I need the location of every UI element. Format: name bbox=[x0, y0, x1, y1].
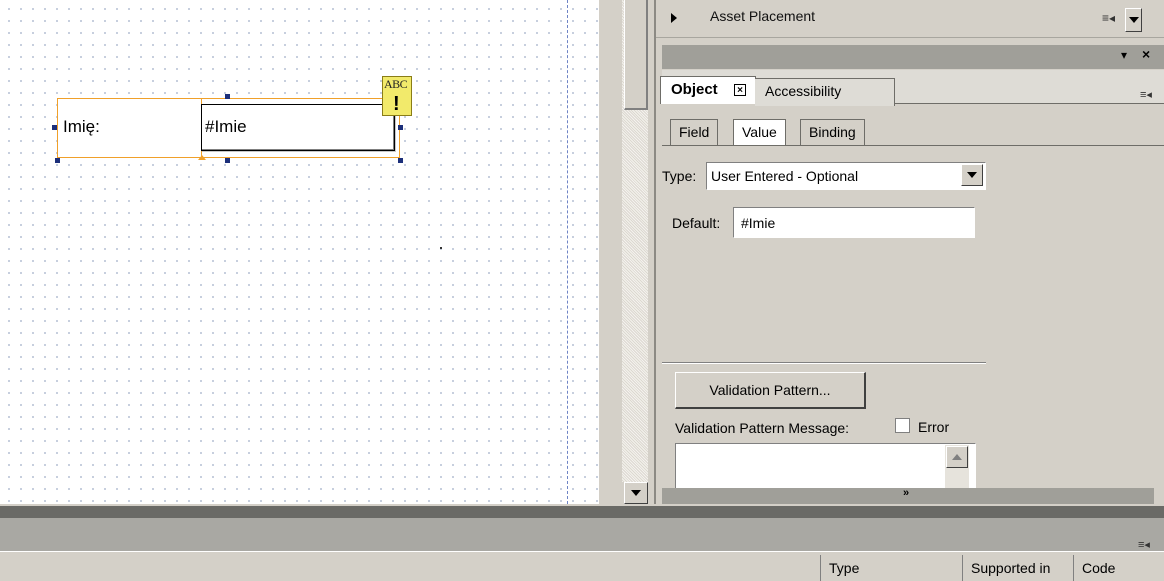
resize-handle[interactable] bbox=[55, 158, 60, 163]
type-dropdown-button[interactable] bbox=[961, 164, 983, 186]
guide-line bbox=[567, 0, 568, 504]
column-header-type[interactable]: Type bbox=[820, 555, 962, 581]
close-icon[interactable]: × bbox=[1142, 46, 1150, 62]
tab-menu-icon[interactable]: ≡◂ bbox=[1140, 88, 1152, 101]
validation-message-label: Validation Pattern Message: bbox=[675, 420, 850, 436]
type-select-value: User Entered - Optional bbox=[711, 168, 859, 184]
spellcheck-abc-glyph: ABC bbox=[384, 77, 408, 91]
tab-accessibility[interactable]: Accessibility bbox=[755, 78, 895, 106]
scroll-up-button[interactable] bbox=[946, 446, 968, 468]
type-label: Type: bbox=[662, 168, 697, 184]
anchor-marker bbox=[198, 155, 206, 160]
validation-pattern-button[interactable]: Validation Pattern... bbox=[675, 372, 866, 409]
bottom-panel-menu-icon[interactable]: ≡◂ bbox=[1138, 538, 1150, 551]
resize-handle[interactable] bbox=[225, 158, 230, 163]
default-input-value: #Imie bbox=[741, 215, 776, 231]
tab-close-icon[interactable]: × bbox=[734, 84, 746, 96]
error-checkbox[interactable] bbox=[895, 418, 910, 433]
field-caption: Imię: bbox=[63, 117, 100, 136]
subtab-value[interactable]: Value bbox=[733, 119, 786, 145]
resize-handle[interactable] bbox=[52, 125, 57, 130]
arrow-up-icon bbox=[952, 454, 962, 460]
field-textbox-value: #Imie bbox=[205, 117, 247, 136]
asset-placement-title: Asset Placement bbox=[710, 8, 816, 24]
chevron-down-icon bbox=[1129, 17, 1139, 23]
scrollbar-thumb[interactable] bbox=[624, 0, 648, 110]
warning-exclamation-glyph: ! bbox=[393, 93, 400, 115]
default-label: Default: bbox=[672, 215, 721, 231]
canvas-dot bbox=[440, 247, 442, 249]
bottom-panel-titlebar bbox=[0, 518, 1164, 551]
arrow-down-icon bbox=[631, 490, 641, 496]
column-header-code[interactable]: Code bbox=[1073, 555, 1164, 581]
resize-handle[interactable] bbox=[398, 158, 403, 163]
subtab-field[interactable]: Field bbox=[670, 119, 719, 145]
bottom-splitter[interactable] bbox=[0, 504, 1164, 518]
column-header-supported-in[interactable]: Supported in bbox=[962, 555, 1073, 581]
expand-arrow-icon[interactable] bbox=[671, 13, 677, 23]
panel-collapse-icon[interactable]: ▾ bbox=[1121, 48, 1127, 62]
double-chevron-down-icon[interactable]: » bbox=[903, 487, 909, 499]
panel-options-icon[interactable]: ≡◂ bbox=[1102, 11, 1115, 25]
design-canvas[interactable] bbox=[0, 0, 598, 504]
asset-dropdown-button[interactable] bbox=[1125, 8, 1142, 32]
separator bbox=[662, 362, 986, 364]
subtab-baseline bbox=[662, 145, 1164, 146]
panel-titlebar[interactable] bbox=[662, 45, 1164, 69]
subtab-binding[interactable]: Binding bbox=[800, 119, 865, 145]
resize-handle[interactable] bbox=[398, 125, 403, 130]
validation-message-textarea[interactable] bbox=[675, 443, 976, 489]
resize-handle[interactable] bbox=[225, 94, 230, 99]
error-label: Error bbox=[918, 419, 950, 435]
scroll-down-button[interactable] bbox=[624, 482, 648, 504]
chevron-down-icon bbox=[967, 172, 977, 178]
